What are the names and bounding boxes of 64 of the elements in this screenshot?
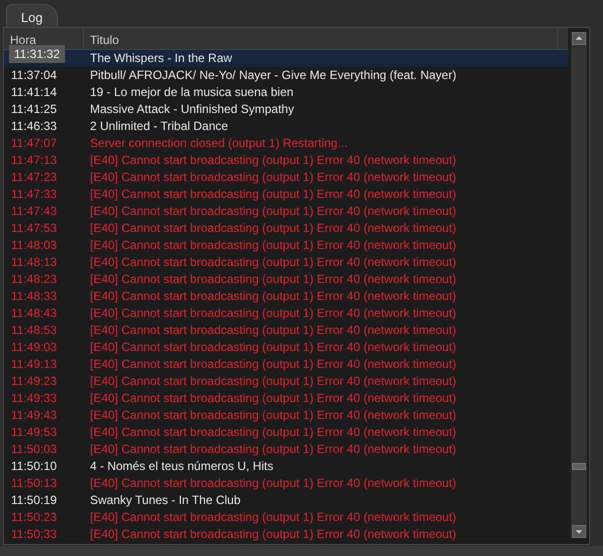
title-cell: [E40] Cannot start broadcasting (output 1) Error 40 (network timeout) bbox=[90, 373, 456, 390]
tooltip: 11:31:32 bbox=[9, 45, 65, 63]
title-cell: [E40] Cannot start broadcasting (output 1) Error 40 (network timeout) bbox=[90, 356, 456, 373]
title-cell: [E40] Cannot start broadcasting (output 1) Error 40 (network timeout) bbox=[90, 526, 456, 543]
time-cell-text: 11:48:43 bbox=[10, 305, 58, 322]
title-cell: [E40] Cannot start broadcasting (output 1) Error 40 (network timeout) bbox=[90, 254, 456, 271]
time-cell-text: 11:47:13 bbox=[10, 152, 58, 169]
title-cell: [E40] Cannot start broadcasting (output 1) Error 40 (network timeout) bbox=[90, 509, 456, 526]
time-cell-text: 11:49:23 bbox=[10, 373, 58, 390]
title-cell: [E40] Cannot start broadcasting (output 1) Error 40 (network timeout) bbox=[90, 220, 456, 237]
title-cell: [E40] Cannot start broadcasting (output 1) Error 40 (network timeout) bbox=[90, 475, 456, 492]
title-cell: [E40] Cannot start broadcasting (output 1) Error 40 (network timeout) bbox=[90, 186, 456, 203]
time-cell-text: 11:48:03 bbox=[10, 237, 58, 254]
time-cell-text: 11:41:25 bbox=[10, 101, 58, 118]
scrollbar[interactable] bbox=[571, 32, 587, 538]
title-cell: [E40] Cannot start broadcasting (output 1) Error 40 (network timeout) bbox=[90, 424, 456, 441]
title-cell: 4 - Només el teus números U, Hits bbox=[90, 458, 274, 475]
title-cell: [E40] Cannot start broadcasting (output 1) Error 40 (network timeout) bbox=[90, 407, 456, 424]
time-cell-text: 11:46:33 bbox=[10, 118, 58, 135]
title-cell: Massive Attack - Unfinished Sympathy bbox=[90, 101, 294, 118]
time-cell-text: 11:50:10 bbox=[10, 458, 58, 475]
time-cell-text: 11:47:53 bbox=[10, 220, 58, 237]
time-cell-text: 11:47:23 bbox=[10, 169, 58, 186]
title-cell: Pitbull/ AFROJACK/ Ne-Yo/ Nayer - Give Me Everything (feat. Nayer) bbox=[90, 67, 456, 84]
time-cell-text: 11:37:04 bbox=[10, 67, 58, 84]
title-cell: 19 - Lo mejor de la musica suena bien bbox=[90, 84, 294, 101]
column-header[interactable]: Titulo bbox=[84, 28, 558, 49]
scroll-thumb[interactable] bbox=[572, 463, 586, 470]
time-cell-text: 11:48:13 bbox=[10, 254, 58, 271]
time-cell-text: 11:48:53 bbox=[10, 322, 58, 339]
title-cell: 2 Unlimited - Tribal Dance bbox=[90, 118, 228, 135]
time-cell-text: 11:50:19 bbox=[10, 492, 58, 509]
time-cell-text: 11:47:07 bbox=[10, 135, 58, 152]
title-cell: [E40] Cannot start broadcasting (output 1) Error 40 (network timeout) bbox=[90, 339, 456, 356]
time-cell-text: 11:49:13 bbox=[10, 356, 58, 373]
time-cell-text: 11:50:23 bbox=[10, 509, 58, 526]
time-cell-text: 11:49:03 bbox=[10, 339, 58, 356]
title-cell: [E40] Cannot start broadcasting (output 1) Error 40 (network timeout) bbox=[90, 237, 456, 254]
title-cell: [E40] Cannot start broadcasting (output 1) Error 40 (network timeout) bbox=[90, 203, 456, 220]
time-cell-text: 11:49:53 bbox=[10, 424, 58, 441]
time-cell-text: 11:41:14 bbox=[10, 84, 58, 101]
title-cell: [E40] Cannot start broadcasting (output 1) Error 40 (network timeout) bbox=[90, 169, 456, 186]
title-cell: [E40] Cannot start broadcasting (output 1) Error 40 (network timeout) bbox=[90, 305, 456, 322]
title-cell: [E40] Cannot start broadcasting (output 1) Error 40 (network timeout) bbox=[90, 152, 456, 169]
title-cell: Server connection closed (output 1) Restarting... bbox=[90, 135, 348, 152]
time-cell-text: 11:50:03 bbox=[10, 441, 58, 458]
time-cell-text: 11:50:33 bbox=[10, 526, 58, 543]
time-cell-text: 11:47:43 bbox=[10, 203, 58, 220]
time-cell-text: 11:50:13 bbox=[10, 475, 58, 492]
title-cell: [E40] Cannot start broadcasting (output 1) Error 40 (network timeout) bbox=[90, 390, 456, 407]
time-cell-text: 11:49:43 bbox=[10, 407, 58, 424]
log-tab[interactable]: Log bbox=[6, 4, 58, 27]
title-cell: [E40] Cannot start broadcasting (output 1) Error 40 (network timeout) bbox=[90, 441, 456, 458]
title-cell: Swanky Tunes - In The Club bbox=[90, 492, 241, 509]
time-cell-text: 11:48:23 bbox=[10, 271, 58, 288]
title-cell: [E40] Cannot start broadcasting (output 1) Error 40 (network timeout) bbox=[90, 322, 456, 339]
title-cell: [E40] Cannot start broadcasting (output 1) Error 40 (network timeout) bbox=[90, 271, 456, 288]
scroll-down-icon[interactable] bbox=[572, 525, 586, 538]
time-cell-text: 11:47:33 bbox=[10, 186, 58, 203]
time-cell-text: 11:48:33 bbox=[10, 288, 58, 305]
title-cell: [E40] Cannot start broadcasting (output 1) Error 40 (network timeout) bbox=[90, 288, 456, 305]
title-cell: The Whispers - In the Raw bbox=[90, 50, 232, 67]
scroll-up-icon[interactable] bbox=[572, 32, 586, 45]
time-cell-text: 11:49:33 bbox=[10, 390, 58, 407]
